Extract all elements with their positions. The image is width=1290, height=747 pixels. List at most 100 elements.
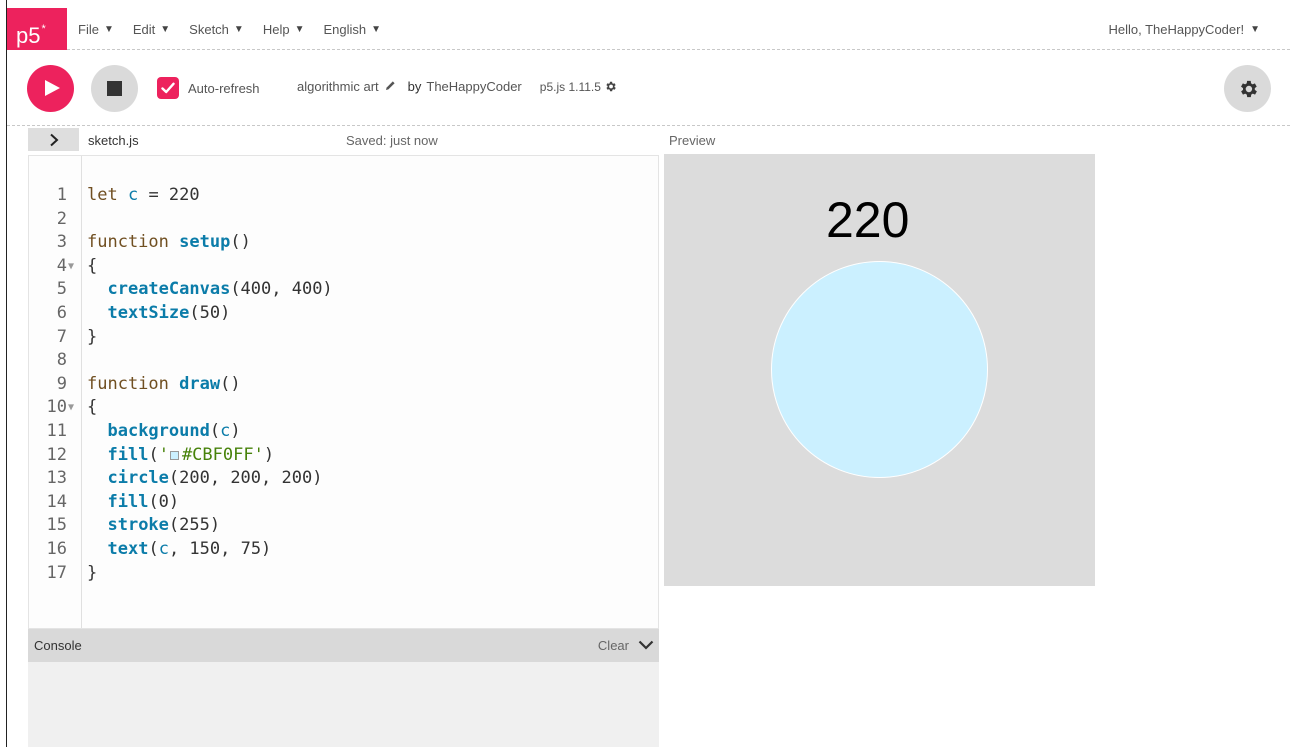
code-text: () (230, 232, 251, 253)
code-text: () (220, 373, 241, 394)
color-swatch[interactable] (169, 450, 179, 460)
user-menu[interactable]: Hello, TheHappyCoder! ▼ (1108, 8, 1260, 50)
line-number: 11 (46, 420, 67, 441)
code-text: ( (148, 444, 159, 465)
fold-arrow-icon[interactable]: ▼ (68, 396, 74, 420)
file-bar: sketch.js Saved: just now (28, 127, 659, 154)
toolbar: Auto-refresh algorithmic art by TheHappy… (7, 50, 1290, 126)
line-number: 2 (56, 208, 67, 229)
chevron-down-icon: ▼ (160, 23, 171, 35)
line-number: 14 (46, 491, 67, 512)
canvas-text: 220 (826, 192, 910, 248)
code-text: ( (209, 420, 221, 441)
top-nav: p5* File ▼ Edit ▼ Sketch ▼ Help ▼ English ▼ H… (7, 8, 1290, 50)
line-number: 1 (56, 185, 67, 205)
settings-button[interactable] (1224, 65, 1271, 112)
code-text: } (87, 326, 98, 347)
by-label: by (407, 79, 422, 94)
code-text: { (87, 255, 98, 276)
console-output[interactable] (28, 662, 659, 747)
play-button[interactable] (27, 65, 74, 112)
code-text: = 220 (138, 185, 200, 205)
code-line: 13 circle(200, 200, 200) (29, 467, 658, 491)
console-clear-button[interactable]: Clear (598, 638, 629, 653)
stop-icon (107, 81, 122, 96)
p5-logo[interactable]: p5* (7, 8, 67, 50)
console-collapse-button[interactable] (638, 638, 654, 656)
line-number: 3 (56, 232, 67, 253)
gear-icon (606, 81, 616, 92)
code-line: 16 text(c, 150, 75) (29, 538, 658, 562)
function-name: stroke (107, 515, 169, 536)
chevron-right-icon (49, 133, 58, 146)
code-line: 1 let c = 220 (29, 184, 658, 208)
canvas-circle (771, 261, 988, 478)
string-literal: ' (158, 444, 169, 465)
function-name: circle (107, 468, 169, 489)
project-name[interactable]: algorithmic art (297, 79, 379, 94)
user-greeting: Hello, TheHappyCoder! (1108, 21, 1245, 37)
gear-icon (1240, 80, 1257, 97)
chevron-down-icon (638, 640, 654, 650)
keyword: function (87, 373, 169, 394)
function-name: textSize (107, 302, 190, 323)
function-name: background (107, 420, 210, 441)
string-literal: #CBF0FF' (181, 444, 264, 465)
console-header: Console Clear (28, 629, 659, 662)
code-text: (400, 400) (230, 279, 333, 300)
preview-canvas[interactable]: 220 (664, 154, 1095, 586)
menu-file[interactable]: File ▼ (78, 22, 114, 37)
checkmark-icon (161, 82, 175, 94)
logo-asterisk: * (41, 23, 46, 35)
code-line: 14 fill(0) (29, 491, 658, 515)
code-line: 15 stroke(255) (29, 514, 658, 538)
menu-sketch-label: Sketch (189, 21, 229, 37)
code-line: 7} (29, 326, 658, 350)
function-name: text (107, 538, 149, 559)
code-line: 17} (29, 562, 658, 586)
code-text: ) (230, 420, 241, 441)
line-number: 16 (46, 538, 67, 559)
function-name: draw (179, 373, 221, 394)
code-area[interactable]: 1 let c = 220 2 3 function setup() 4 ▼{ 5 c… (29, 184, 658, 585)
owner-link[interactable]: TheHappyCoder (426, 79, 521, 94)
code-editor[interactable]: 1 let c = 220 2 3 function setup() 4 ▼{ 5 c… (28, 155, 659, 629)
menu-edit[interactable]: Edit ▼ (133, 22, 170, 37)
code-line: 8 (29, 349, 658, 373)
line-number: 15 (46, 515, 67, 536)
auto-refresh-checkbox[interactable] (157, 77, 179, 99)
menu-sketch[interactable]: Sketch ▼ (189, 22, 244, 37)
chevron-down-icon: ▼ (294, 23, 305, 35)
menu-language[interactable]: English ▼ (323, 22, 381, 37)
code-line: 11 background(c) (29, 420, 658, 444)
code-text: { (87, 397, 98, 418)
code-text: (200, 200, 200) (168, 468, 323, 489)
auto-refresh-toggle: Auto-refresh (157, 77, 260, 99)
pencil-icon[interactable] (385, 80, 396, 94)
code-text: (0) (148, 491, 180, 512)
chevron-down-icon: ▼ (1250, 23, 1260, 35)
fold-arrow-icon[interactable]: ▼ (68, 255, 74, 279)
menu-language-label: English (323, 21, 367, 37)
code-line: 6 textSize(50) (29, 302, 658, 326)
chevron-down-icon: ▼ (371, 23, 382, 35)
code-text: ) (263, 444, 275, 465)
code-line: 10 ▼ { (29, 396, 658, 420)
version-label: p5.js 1.11.5 (539, 79, 601, 94)
menu-edit-label: Edit (132, 21, 156, 37)
play-icon (45, 80, 60, 96)
variable: c (220, 420, 231, 441)
version-selector[interactable]: p5.js 1.11.5 (540, 80, 617, 94)
menu-help[interactable]: Help ▼ (263, 22, 305, 37)
saved-status: Saved: just now (346, 133, 438, 148)
line-number: 4 (56, 255, 67, 276)
variable: c (127, 185, 139, 205)
chevron-down-icon: ▼ (233, 23, 244, 35)
chevron-down-icon: ▼ (103, 23, 114, 35)
toggle-sidebar-button[interactable] (28, 128, 79, 151)
stop-button[interactable] (91, 65, 138, 112)
console-title: Console (34, 638, 82, 653)
code-text: (255) (168, 515, 221, 536)
menu-help-label: Help (262, 21, 290, 37)
function-name: fill (107, 444, 149, 465)
